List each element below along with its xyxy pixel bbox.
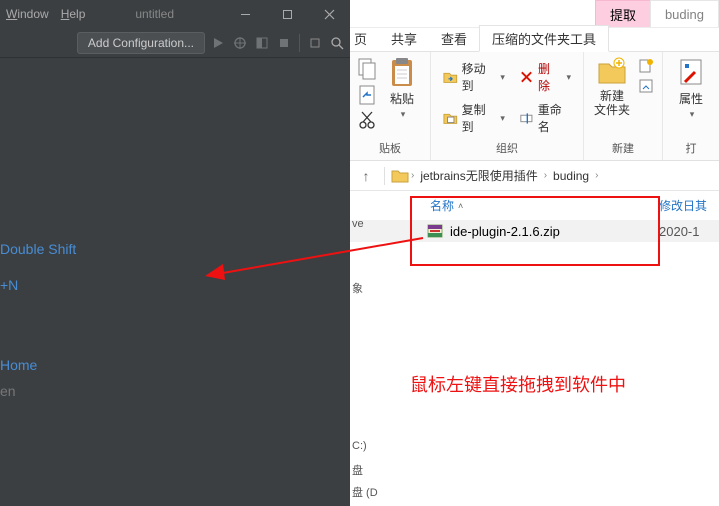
peek-pan-d: 盘 (D [352,484,378,500]
peek-xiang: 象 [352,280,363,296]
breadcrumb-folder[interactable]: jetbrains无限使用插件 [416,167,541,184]
rename-button[interactable]: 重命名 [515,99,575,137]
search-icon[interactable] [330,36,344,50]
maximize-button[interactable] [266,0,308,28]
ribbon-tab-share[interactable]: 共享 [379,26,429,51]
title-tab-buding[interactable]: buding [650,0,719,27]
minimize-button[interactable] [224,0,266,28]
breadcrumb-sub[interactable]: buding [549,169,593,183]
ide-window-controls [224,0,350,28]
ide-window: WWindowindow HHelpelp untitled Add Confi… [0,0,350,506]
new-group-label: 新建 [612,137,634,160]
move-to-button[interactable]: 移动到▾ [439,58,509,96]
easy-access-icon[interactable] [638,78,654,94]
chevron-right-icon[interactable]: › [544,170,547,181]
ide-title: untitled [85,7,224,21]
peek-c: C:) [352,440,367,452]
peek-ve: ve [352,218,364,230]
explorer-title-tabs: 提取 buding [350,0,719,28]
ribbon-tab-ziptools[interactable]: 压缩的文件夹工具 [479,25,609,52]
ribbon: 粘贴 ▾ 贴板 移动到▾ 复制到▾ [350,52,719,161]
clipboard-group-label: 贴板 [379,137,401,160]
peek-pan: 盘 [352,462,363,478]
chevron-down-icon: ▾ [401,109,406,120]
new-folder-button[interactable]: 新建 文件夹 [592,56,632,118]
hint-double-shift: Double Shift [0,240,76,260]
annotation-box [410,196,660,266]
up-button[interactable]: ↑ [354,168,378,184]
delete-button[interactable]: 删除▾ [515,58,575,96]
close-button[interactable] [308,0,350,28]
hint-en: en [0,382,16,402]
rename-icon [519,110,534,126]
coverage-icon[interactable] [255,36,269,50]
folder-icon [391,169,409,183]
file-list: 名称˄ 修改日其 ide-plugin-2.1.6.zip 2020-1 鼠标左… [350,191,719,506]
ide-menubar: WWindowindow HHelpelp [0,7,85,21]
ide-titlebar: WWindowindow HHelpelp untitled [0,0,350,28]
ribbon-tabs: 页 共享 查看 压缩的文件夹工具 [350,28,719,52]
run-icon[interactable] [211,36,225,50]
cut-icon[interactable] [358,110,376,130]
properties-button[interactable]: 属性 ▾ [671,56,711,120]
file-date: 2020-1 [659,224,719,239]
menu-help[interactable]: HHelpelp [61,7,86,21]
ide-toolbar: Add Configuration... [0,28,350,58]
properties-label: 属性 [679,90,703,107]
paste-label: 粘贴 [390,90,414,107]
copy-icon[interactable] [358,58,376,80]
paste-button[interactable]: 粘贴 ▾ [382,56,422,120]
git-icon[interactable] [308,36,322,50]
chevron-right-icon[interactable]: › [411,170,414,181]
open-group-label: 打 [686,137,697,160]
annotation-text: 鼠标左键直接拖拽到软件中 [410,371,626,397]
copy-to-icon [443,110,458,126]
shortcut-icon[interactable] [358,84,376,106]
move-icon [443,69,458,85]
ribbon-group-open: 属性 ▾ 打 [663,52,719,160]
organize-group-label: 组织 [496,137,518,160]
chevron-right-icon[interactable]: › [595,170,598,181]
ribbon-group-organize: 移动到▾ 复制到▾ 删除▾ 重命名 [431,52,584,160]
delete-icon [519,69,534,85]
breadcrumb: ↑ › jetbrains无限使用插件 › buding › [350,161,719,191]
ribbon-tab-page-trunc[interactable]: 页 [350,26,379,51]
menu-window[interactable]: WWindowindow [6,7,49,21]
explorer-window: 提取 buding 页 共享 查看 压缩的文件夹工具 粘贴 ▾ 贴板 [350,0,719,506]
copy-to-button[interactable]: 复制到▾ [439,99,509,137]
new-item-icon[interactable] [638,58,654,74]
new-folder-label: 新建 文件夹 [594,90,630,118]
hint-ctrl-n: +N [0,276,18,296]
toolbar-separator [299,34,300,52]
ribbon-tab-view[interactable]: 查看 [429,26,479,51]
column-modified[interactable]: 修改日其 [659,197,719,214]
hint-home: Home [0,356,37,376]
debug-icon[interactable] [233,36,247,50]
title-tab-extract[interactable]: 提取 [595,0,651,27]
stop-icon[interactable] [277,36,291,50]
ribbon-group-new: 新建 文件夹 新建 [584,52,663,160]
ide-body: Double Shift +N Home en [0,58,350,506]
ribbon-group-clipboard: 粘贴 ▾ 贴板 [350,52,431,160]
add-configuration-button[interactable]: Add Configuration... [77,32,205,54]
